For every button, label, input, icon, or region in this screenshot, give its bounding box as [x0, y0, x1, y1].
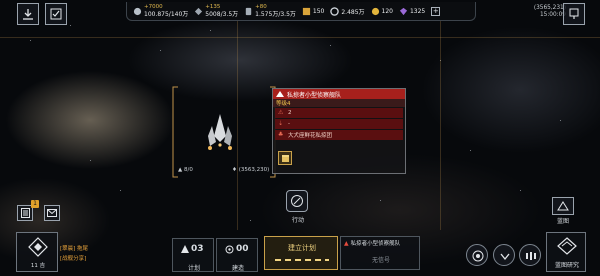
checklist-icon [50, 8, 62, 20]
radar-icon [472, 250, 484, 262]
target-panel[interactable]: ▲ 私掠者小型侦察舰队 无信号 [340, 236, 420, 270]
fleet-count-label: ▲ 8/0 [178, 167, 193, 173]
silver-coin-icon [330, 6, 340, 16]
resource-fuel[interactable]: +80 1.575万/3.5万 [244, 4, 296, 18]
blueprint-button[interactable]: 蓝图 [552, 197, 576, 225]
token-silver[interactable]: 2.485万 [330, 6, 365, 16]
current-coordinates: (3565,231) [533, 5, 566, 11]
bookmark-button[interactable] [563, 3, 585, 25]
plan-label: 计划 [187, 265, 200, 272]
faction-icon: ♣ [278, 131, 284, 138]
mail-button[interactable] [44, 205, 60, 221]
retreat-button[interactable] [493, 244, 515, 266]
purple-gem-icon [399, 7, 408, 15]
down-arrow-icon [500, 253, 510, 261]
fuel-icon [245, 7, 252, 15]
tasks-button[interactable] [45, 3, 67, 25]
fleets-icon [526, 252, 536, 260]
bottom-bar: 11 吉 [翠晨] 拖尾 [战舰分享] 03 计划 00 建造 建立计划 ▲ 私… [0, 232, 600, 276]
fleet-icon: ▲ [178, 167, 183, 173]
action-button[interactable]: 行动 [284, 190, 312, 224]
token-yellow[interactable]: 120 [371, 7, 393, 16]
fleet-level: 等级4 [273, 99, 405, 107]
coordinate-clock: (3565,231) 15:00:09 [534, 5, 566, 19]
add-currency-button[interactable]: + [431, 6, 441, 16]
fleet-subtitle: [战舰分享] [60, 256, 87, 262]
yellow-coin-icon [371, 7, 379, 15]
resource-credits[interactable]: +7000 100.875/140万 [133, 4, 188, 18]
compass-icon [291, 195, 303, 207]
plan-progress-dashes [275, 259, 329, 261]
mail-badge: 1 [31, 200, 39, 208]
blueprint-ship-icon [557, 201, 569, 211]
reward-crate-icon[interactable] [278, 151, 292, 165]
panel-header: 私掠者小型侦察舰队 [273, 89, 405, 99]
base-emblem-icon [28, 237, 48, 257]
mail-icon [47, 209, 57, 217]
build-gear-icon [225, 245, 234, 253]
collapse-button[interactable] [17, 3, 39, 25]
download-icon [23, 9, 33, 20]
target-status: 无信号 [371, 257, 390, 264]
grid-line-horizontal [0, 37, 600, 38]
plan-ship-icon [181, 245, 189, 253]
build-panel[interactable]: 00 建造 [216, 238, 258, 272]
plan-panel[interactable]: 03 计划 [172, 238, 214, 272]
info-row-status: ⇣ - [275, 119, 403, 129]
build-label: 建造 [231, 265, 244, 272]
base-level: 11 吉 [30, 263, 46, 269]
ore-icon [195, 7, 203, 15]
home-base-panel[interactable]: 11 吉 [16, 232, 58, 272]
token-purple[interactable]: 1325 [399, 7, 425, 16]
fleet-info-panel[interactable]: 私掠者小型侦察舰队 等级4 ⚠ 2 ⇣ - ♣ 大犬座鲜花私掠团 [272, 88, 406, 174]
gold-token-icon [302, 7, 310, 15]
down-arrow-icon: ⇣ [278, 120, 284, 127]
blueprint-research-button[interactable]: 蓝图研究 [546, 232, 586, 272]
credits-icon [133, 7, 142, 15]
create-plan-button[interactable]: 建立计划 [264, 236, 338, 270]
token-gold[interactable]: 150 [302, 7, 324, 16]
danger-icon [276, 91, 284, 97]
fleet-name-panel[interactable]: [翠晨] 拖尾 [战舰分享] [60, 244, 120, 264]
blueprint-label: 蓝图 [556, 218, 569, 225]
radar-button[interactable] [466, 244, 488, 266]
flag-icon [569, 8, 579, 19]
document-icon [20, 208, 30, 218]
map-coordinate-label: ♦ (3563,230) [232, 167, 270, 173]
panel-title: 私掠者小型侦察舰队 [287, 91, 342, 99]
build-count: 00 [236, 244, 249, 254]
research-label: 蓝图研究 [554, 262, 579, 269]
create-plan-label: 建立计划 [288, 244, 316, 252]
action-label: 行动 [291, 217, 304, 224]
resource-ore[interactable]: +135 5008/3.5万 [194, 4, 238, 18]
server-time: 15:00:09 [539, 12, 566, 18]
info-row-faction: ♣ 大犬座鲜花私掠团 [275, 130, 403, 140]
warning-icon: ⚠ [278, 109, 284, 116]
pin-icon: ♦ [232, 167, 237, 173]
fleet-name: [翠晨] 拖尾 [60, 246, 89, 252]
fleets-button[interactable] [519, 244, 541, 266]
space-map[interactable]: ▲ 8/0 ♦ (3563,230) 行动 私掠者小型侦察舰队 等级4 ⚠ 2 … [0, 0, 600, 276]
target-name: 私掠者小型侦察舰队 [350, 241, 401, 247]
resource-bar: +7000 100.875/140万 +135 5008/3.5万 +80 1.… [126, 2, 476, 21]
grid-line-vertical [440, 20, 441, 230]
info-row-threat: ⚠ 2 [275, 108, 403, 118]
enemy-fleet-ship[interactable] [200, 112, 240, 156]
research-emblem-icon [557, 237, 577, 255]
plan-count: 03 [191, 244, 204, 254]
target-danger-icon: ▲ [344, 239, 349, 247]
